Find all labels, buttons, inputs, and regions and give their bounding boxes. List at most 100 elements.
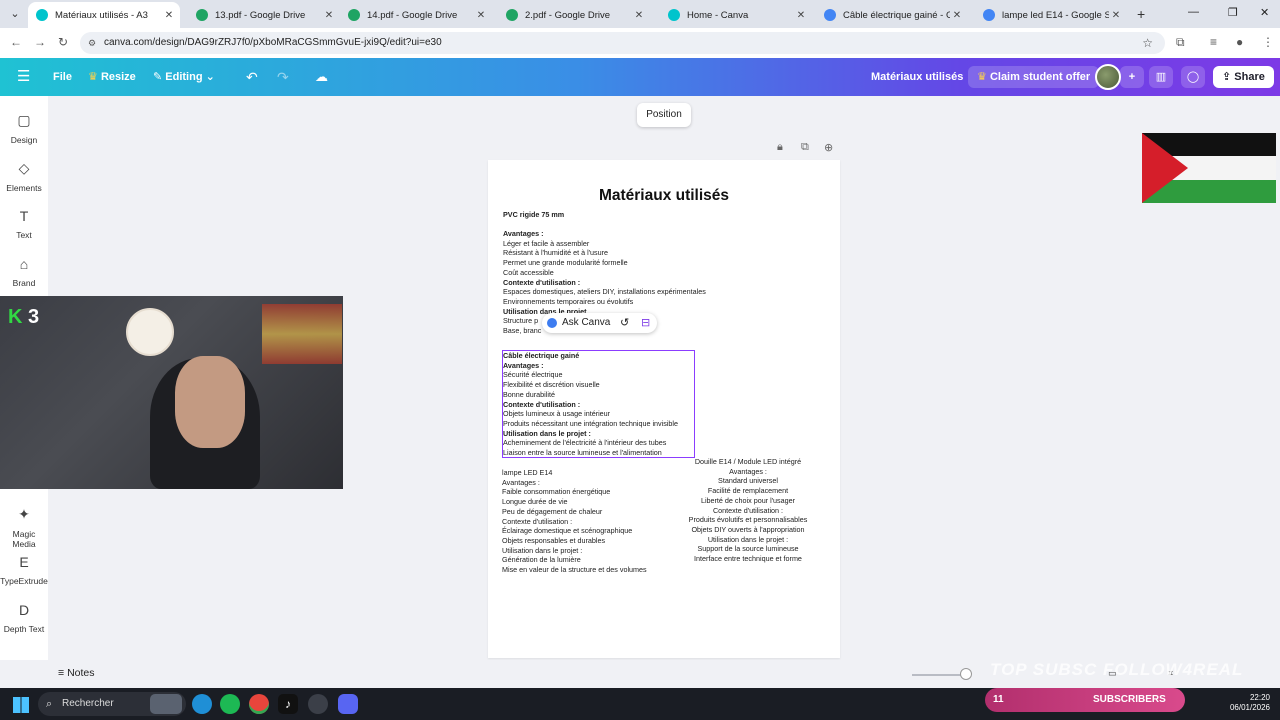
notes-button[interactable]: ≡ Notes [58,667,95,679]
url-text: canva.com/design/DAG9rZRJ7f0/pXboMRaCGSm… [104,37,442,48]
sidebar-item-label: Elements [6,183,42,193]
zoom-slider-knob[interactable] [960,668,972,680]
edge-icon[interactable] [192,694,212,714]
close-window-icon[interactable]: ✕ [1260,6,1269,19]
browser-tab[interactable]: Câble électrique gainé - Google✕ [816,2,968,28]
text-line: Environnements temporaires ou évolutifs [503,296,634,306]
favicon-icon [506,9,518,21]
tiktok-icon[interactable]: ♪ [278,694,298,714]
browser-tab[interactable]: Matériaux utilisés - A3 ✕ [28,2,180,28]
depth-text-icon: D [18,602,30,618]
page-title[interactable]: Matériaux utilisés [488,187,840,205]
lock-page-icon[interactable]: 🔒︎ [777,141,783,154]
cloud-save-icon[interactable]: ☁ [315,58,328,96]
close-tab-icon[interactable]: ✕ [950,10,964,21]
add-page-icon[interactable]: ⊕ [824,141,833,154]
undo-icon[interactable]: ↶ [246,58,258,96]
sidebar-item-typeextrude[interactable]: E TypeExtrude [0,554,48,586]
position-button[interactable]: Position [637,103,691,127]
site-info-icon[interactable]: ⚙ [88,32,96,54]
text-line: Mise en valeur de la structure et des vo… [502,565,647,575]
editing-label: Editing [165,71,203,83]
browser-tab[interactable]: lampe led E14 - Google Search✕ [975,2,1127,28]
canva-header: ☰ File ♛ Resize ✎ Editing ⌄ ↶ ↷ ☁ Matéri… [0,58,1280,96]
selection-outline[interactable] [502,350,695,458]
text-line: Avantages : [503,229,544,238]
close-tab-icon[interactable]: ✕ [1109,10,1123,21]
lock-element-icon[interactable]: ⊟ [641,313,650,333]
comments-icon[interactable]: ◯ [1181,66,1205,88]
lampe-text-block[interactable]: lampe LED E14 Avantages : Faible consommat… [502,468,647,575]
ask-canva-button[interactable]: Ask Canva ↺ ⊟ [542,313,657,333]
text-line: Support de la source lumineuse [697,544,799,554]
discord-icon[interactable] [338,694,358,714]
browser-tab[interactable]: 14.pdf - Google Drive ✕ [340,2,492,28]
sidebar-item-label: Magic Media [12,529,36,549]
comment-add-icon[interactable]: ↺ [620,313,629,333]
sidebar-item-design[interactable]: ▢ Design [0,112,48,145]
extensions-icon[interactable]: ⧉ [1176,35,1185,50]
text-line: Longue durée de vie [502,497,568,507]
maximize-icon[interactable]: ❐ [1228,6,1238,19]
design-title[interactable]: Matériaux utilisés [871,58,963,96]
browser-tab[interactable]: Home - Canva ✕ [660,2,812,28]
obs-icon[interactable] [308,694,328,714]
douille-text-block[interactable]: Douille E14 / Module LED intégré Avantage… [684,457,812,564]
close-tab-icon[interactable]: ✕ [474,10,488,21]
chrome-icon[interactable] [249,694,269,714]
palestine-flag-image [1142,133,1276,203]
close-tab-icon[interactable]: ✕ [322,10,336,21]
sidebar-item-text[interactable]: T Text [0,208,48,240]
profile-icon[interactable]: ● [1236,35,1243,49]
text-line: Avantages : [729,466,767,476]
browser-tab[interactable]: 2.pdf - Google Drive ✕ [498,2,650,28]
duplicate-page-icon[interactable]: ⧉ [801,141,809,154]
background-flag [262,304,342,364]
favicon-icon [36,9,48,21]
system-clock[interactable]: 22:20 06/01/2026 [1222,693,1270,713]
sidebar-item-brand[interactable]: ⌂ Brand [0,256,48,288]
text-line: Produits évolutifs et personnalisables [688,515,808,525]
sidebar-item-elements[interactable]: ◇ Elements [0,160,48,193]
claim-student-offer-button[interactable]: ♛ Claim student offer [968,66,1100,88]
spotify-icon[interactable] [220,694,240,714]
sidebar-item-label: TypeExtrude [0,576,48,586]
sidebar-item-label: Text [16,230,32,240]
address-row: ← → ↻ ⚙ canva.com/design/DAG9rZRJ7f0/pXb… [0,28,1280,58]
minimize-icon[interactable]: — [1188,6,1199,18]
sidebar-item-depth-text[interactable]: D Depth Text [0,602,48,634]
close-tab-icon[interactable]: ✕ [632,10,646,21]
editing-mode-button[interactable]: ✎ Editing ⌄ [153,58,215,96]
windows-start-icon[interactable] [13,697,29,713]
webcam-overlay: K 3 [0,296,343,489]
notes-icon: ≡ [58,667,65,679]
add-collaborator-icon[interactable]: + [1120,66,1144,88]
browser-tab-strip: ⌄ Matériaux utilisés - A3 ✕ 13.pdf - Googl… [0,0,1280,28]
text-line: Avantages : [502,477,540,487]
reload-icon[interactable]: ↻ [58,35,68,49]
sidebar-item-magic-media[interactable]: ✦ Magic Media [0,506,48,549]
streamer-face [175,356,245,448]
hamburger-menu-icon[interactable]: ☰ [17,58,30,96]
close-tab-icon[interactable]: ✕ [162,10,176,21]
back-icon[interactable]: ← [10,35,22,49]
pvc-heading[interactable]: PVC rigide 75 mm [503,210,564,220]
zoom-slider-track[interactable] [912,674,967,676]
tab-search-icon[interactable]: ⌄ [6,5,24,23]
share-button[interactable]: ⇪ Share [1213,66,1274,88]
browser-menu-icon[interactable]: ⋮ [1262,35,1274,49]
insights-icon[interactable]: ▥ [1149,66,1173,88]
close-tab-icon[interactable]: ✕ [794,10,808,21]
redo-icon[interactable]: ↷ [277,58,289,96]
bookmark-star-icon[interactable]: ☆ [1142,32,1153,54]
resize-button[interactable]: ♛ Resize [88,58,136,96]
media-icon[interactable]: ≡ [1210,35,1217,49]
url-bar[interactable]: ⚙ canva.com/design/DAG9rZRJ7f0/pXboMRaCG… [80,32,1165,54]
file-menu[interactable]: File [53,58,72,96]
sidebar-item-label: Depth Text [3,624,45,634]
user-avatar[interactable] [1095,64,1121,90]
widgets-icon[interactable] [150,694,182,714]
browser-tab[interactable]: 13.pdf - Google Drive ✕ [188,2,340,28]
new-tab-icon[interactable]: + [1137,6,1145,22]
forward-icon[interactable]: → [34,35,46,49]
